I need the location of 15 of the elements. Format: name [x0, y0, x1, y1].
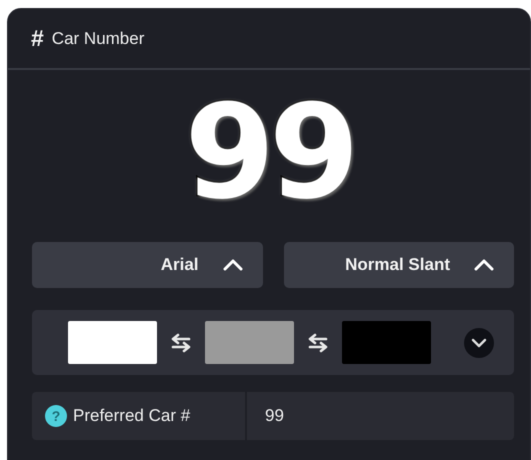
caret-icon: [222, 259, 242, 271]
swap-icon[interactable]: [169, 332, 193, 352]
color-swatch[interactable]: [205, 321, 294, 364]
caret-icon: [474, 259, 494, 271]
field-label: Preferred Car #: [73, 406, 190, 426]
car-number-input[interactable]: 99: [247, 392, 514, 440]
color-swatch[interactable]: [68, 321, 157, 364]
color-swatch[interactable]: [342, 321, 431, 364]
car-number-preview: 99: [184, 75, 354, 230]
swap-icon[interactable]: [306, 332, 330, 352]
hash-symbol: #: [31, 25, 44, 52]
panel-title: Car Number: [52, 28, 144, 48]
dropdown-button[interactable]: Arial: [32, 242, 262, 288]
chevron-down-icon[interactable]: [464, 328, 494, 358]
dropdown-button[interactable]: Normal Slant: [284, 242, 514, 288]
